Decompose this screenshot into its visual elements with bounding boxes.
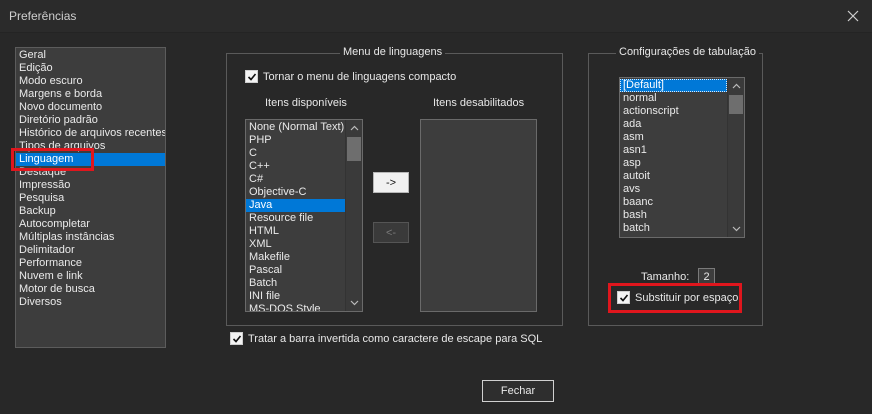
- available-language-item[interactable]: HTML: [246, 225, 345, 238]
- tab-language-item[interactable]: actionscript: [620, 105, 727, 118]
- move-left-button[interactable]: <-: [373, 222, 409, 243]
- category-item[interactable]: Linguagem: [16, 153, 165, 166]
- available-items-list[interactable]: None (Normal Text) PHP C C++ C# Objective-C Ja…: [245, 119, 363, 312]
- checkbox-box[interactable]: [245, 70, 258, 83]
- checkmark-icon: [232, 334, 241, 343]
- available-language-item[interactable]: Java: [246, 199, 345, 212]
- chevron-up-icon: [350, 125, 358, 131]
- category-item[interactable]: Diversos: [16, 296, 165, 309]
- tab-language-item[interactable]: asn1: [620, 144, 727, 157]
- available-items-label: Itens disponíveis: [265, 97, 347, 109]
- chevron-down-icon: [732, 226, 740, 232]
- category-item[interactable]: Backup: [16, 205, 165, 218]
- category-item[interactable]: Autocompletar: [16, 218, 165, 231]
- available-language-item[interactable]: C: [246, 147, 345, 160]
- available-language-item[interactable]: Objective-C: [246, 186, 345, 199]
- checkbox-box[interactable]: [230, 332, 243, 345]
- tab-language-item[interactable]: [Default]: [620, 79, 727, 92]
- window-title: Preferências: [9, 9, 77, 23]
- scroll-thumb[interactable]: [729, 95, 743, 114]
- close-dialog-button[interactable]: Fechar: [482, 380, 554, 402]
- category-item[interactable]: Tipos de arquivos: [16, 140, 165, 153]
- category-item[interactable]: Múltiplas instâncias: [16, 231, 165, 244]
- move-right-button[interactable]: ->: [373, 172, 409, 193]
- close-icon: [847, 10, 859, 22]
- tab-language-item[interactable]: batch: [620, 222, 727, 235]
- tab-settings-legend: Configurações de tabulação: [616, 46, 759, 58]
- tab-language-item[interactable]: avs: [620, 183, 727, 196]
- category-item[interactable]: Destaque: [16, 166, 165, 179]
- checkmark-icon: [619, 293, 628, 302]
- tab-size-label: Tamanho:: [641, 271, 690, 283]
- checkmark-icon: [247, 72, 256, 81]
- compact-menu-checkbox[interactable]: Tornar o menu de linguagens compacto: [245, 70, 456, 83]
- available-language-item[interactable]: PHP: [246, 134, 345, 147]
- available-language-item[interactable]: MS-DOS Style: [246, 303, 345, 311]
- tab-language-item[interactable]: autoit: [620, 170, 727, 183]
- category-item[interactable]: Performance: [16, 257, 165, 270]
- available-language-item[interactable]: None (Normal Text): [246, 121, 345, 134]
- disabled-items-label: Itens desabilitados: [433, 97, 525, 109]
- language-menu-legend: Menu de linguagens: [340, 46, 446, 58]
- scroll-down-arrow[interactable]: [728, 221, 744, 237]
- compact-menu-label: Tornar o menu de linguagens compacto: [263, 70, 457, 83]
- available-language-item[interactable]: C++: [246, 160, 345, 173]
- disabled-items-list[interactable]: [420, 119, 537, 312]
- available-items-scrollbar[interactable]: [345, 120, 362, 311]
- tab-language-item[interactable]: bash: [620, 209, 727, 222]
- category-list[interactable]: Geral Edição Modo escuro Margens e borda Nov…: [15, 47, 166, 348]
- category-item[interactable]: Nuvem e link: [16, 270, 165, 283]
- available-language-item[interactable]: C#: [246, 173, 345, 186]
- category-item[interactable]: Pesquisa: [16, 192, 165, 205]
- available-language-item[interactable]: Pascal: [246, 264, 345, 277]
- category-item[interactable]: Impressão: [16, 179, 165, 192]
- scroll-thumb[interactable]: [347, 137, 361, 161]
- replace-space-label: Substituir por espaço: [635, 291, 739, 304]
- category-item[interactable]: Margens e borda: [16, 88, 165, 101]
- tab-language-item[interactable]: asm: [620, 131, 727, 144]
- category-item[interactable]: Histórico de arquivos recentes: [16, 127, 165, 140]
- category-item[interactable]: Diretório padrão: [16, 114, 165, 127]
- available-items-content: None (Normal Text) PHP C C++ C# Objective-C Ja…: [246, 121, 345, 311]
- tab-language-item[interactable]: normal: [620, 92, 727, 105]
- sql-escape-label: Tratar a barra invertida como caractere …: [248, 332, 543, 345]
- category-item[interactable]: Modo escuro: [16, 75, 165, 88]
- tab-language-item[interactable]: ada: [620, 118, 727, 131]
- tab-language-item[interactable]: baanc: [620, 196, 727, 209]
- dialog-body: Geral Edição Modo escuro Margens e borda Nov…: [0, 33, 872, 414]
- tab-language-item[interactable]: asp: [620, 157, 727, 170]
- available-language-item[interactable]: XML: [246, 238, 345, 251]
- scroll-up-arrow[interactable]: [728, 78, 744, 94]
- title-bar: Preferências: [0, 0, 872, 33]
- tab-language-scrollbar[interactable]: [727, 78, 744, 237]
- category-item[interactable]: Geral: [16, 49, 165, 62]
- category-item[interactable]: Edição: [16, 62, 165, 75]
- category-item[interactable]: Motor de busca: [16, 283, 165, 296]
- tab-language-content: [Default] normal actionscript ada asm asn1 asp…: [620, 79, 727, 237]
- chevron-down-icon: [350, 300, 358, 306]
- sql-escape-checkbox[interactable]: Tratar a barra invertida como caractere …: [230, 332, 542, 345]
- available-language-item[interactable]: INI file: [246, 290, 345, 303]
- close-button[interactable]: [840, 4, 866, 28]
- scroll-up-arrow[interactable]: [346, 120, 362, 136]
- available-language-item[interactable]: Resource file: [246, 212, 345, 225]
- tab-size-field[interactable]: 2: [698, 268, 715, 286]
- scroll-down-arrow[interactable]: [346, 295, 362, 311]
- chevron-up-icon: [732, 83, 740, 89]
- checkbox-box[interactable]: [617, 291, 630, 304]
- category-item[interactable]: Delimitador: [16, 244, 165, 257]
- available-language-item[interactable]: Batch: [246, 277, 345, 290]
- category-item[interactable]: Novo documento: [16, 101, 165, 114]
- replace-space-checkbox[interactable]: Substituir por espaço: [617, 291, 738, 304]
- tab-language-list[interactable]: [Default] normal actionscript ada asm asn1 asp…: [619, 77, 745, 238]
- available-language-item[interactable]: Makefile: [246, 251, 345, 264]
